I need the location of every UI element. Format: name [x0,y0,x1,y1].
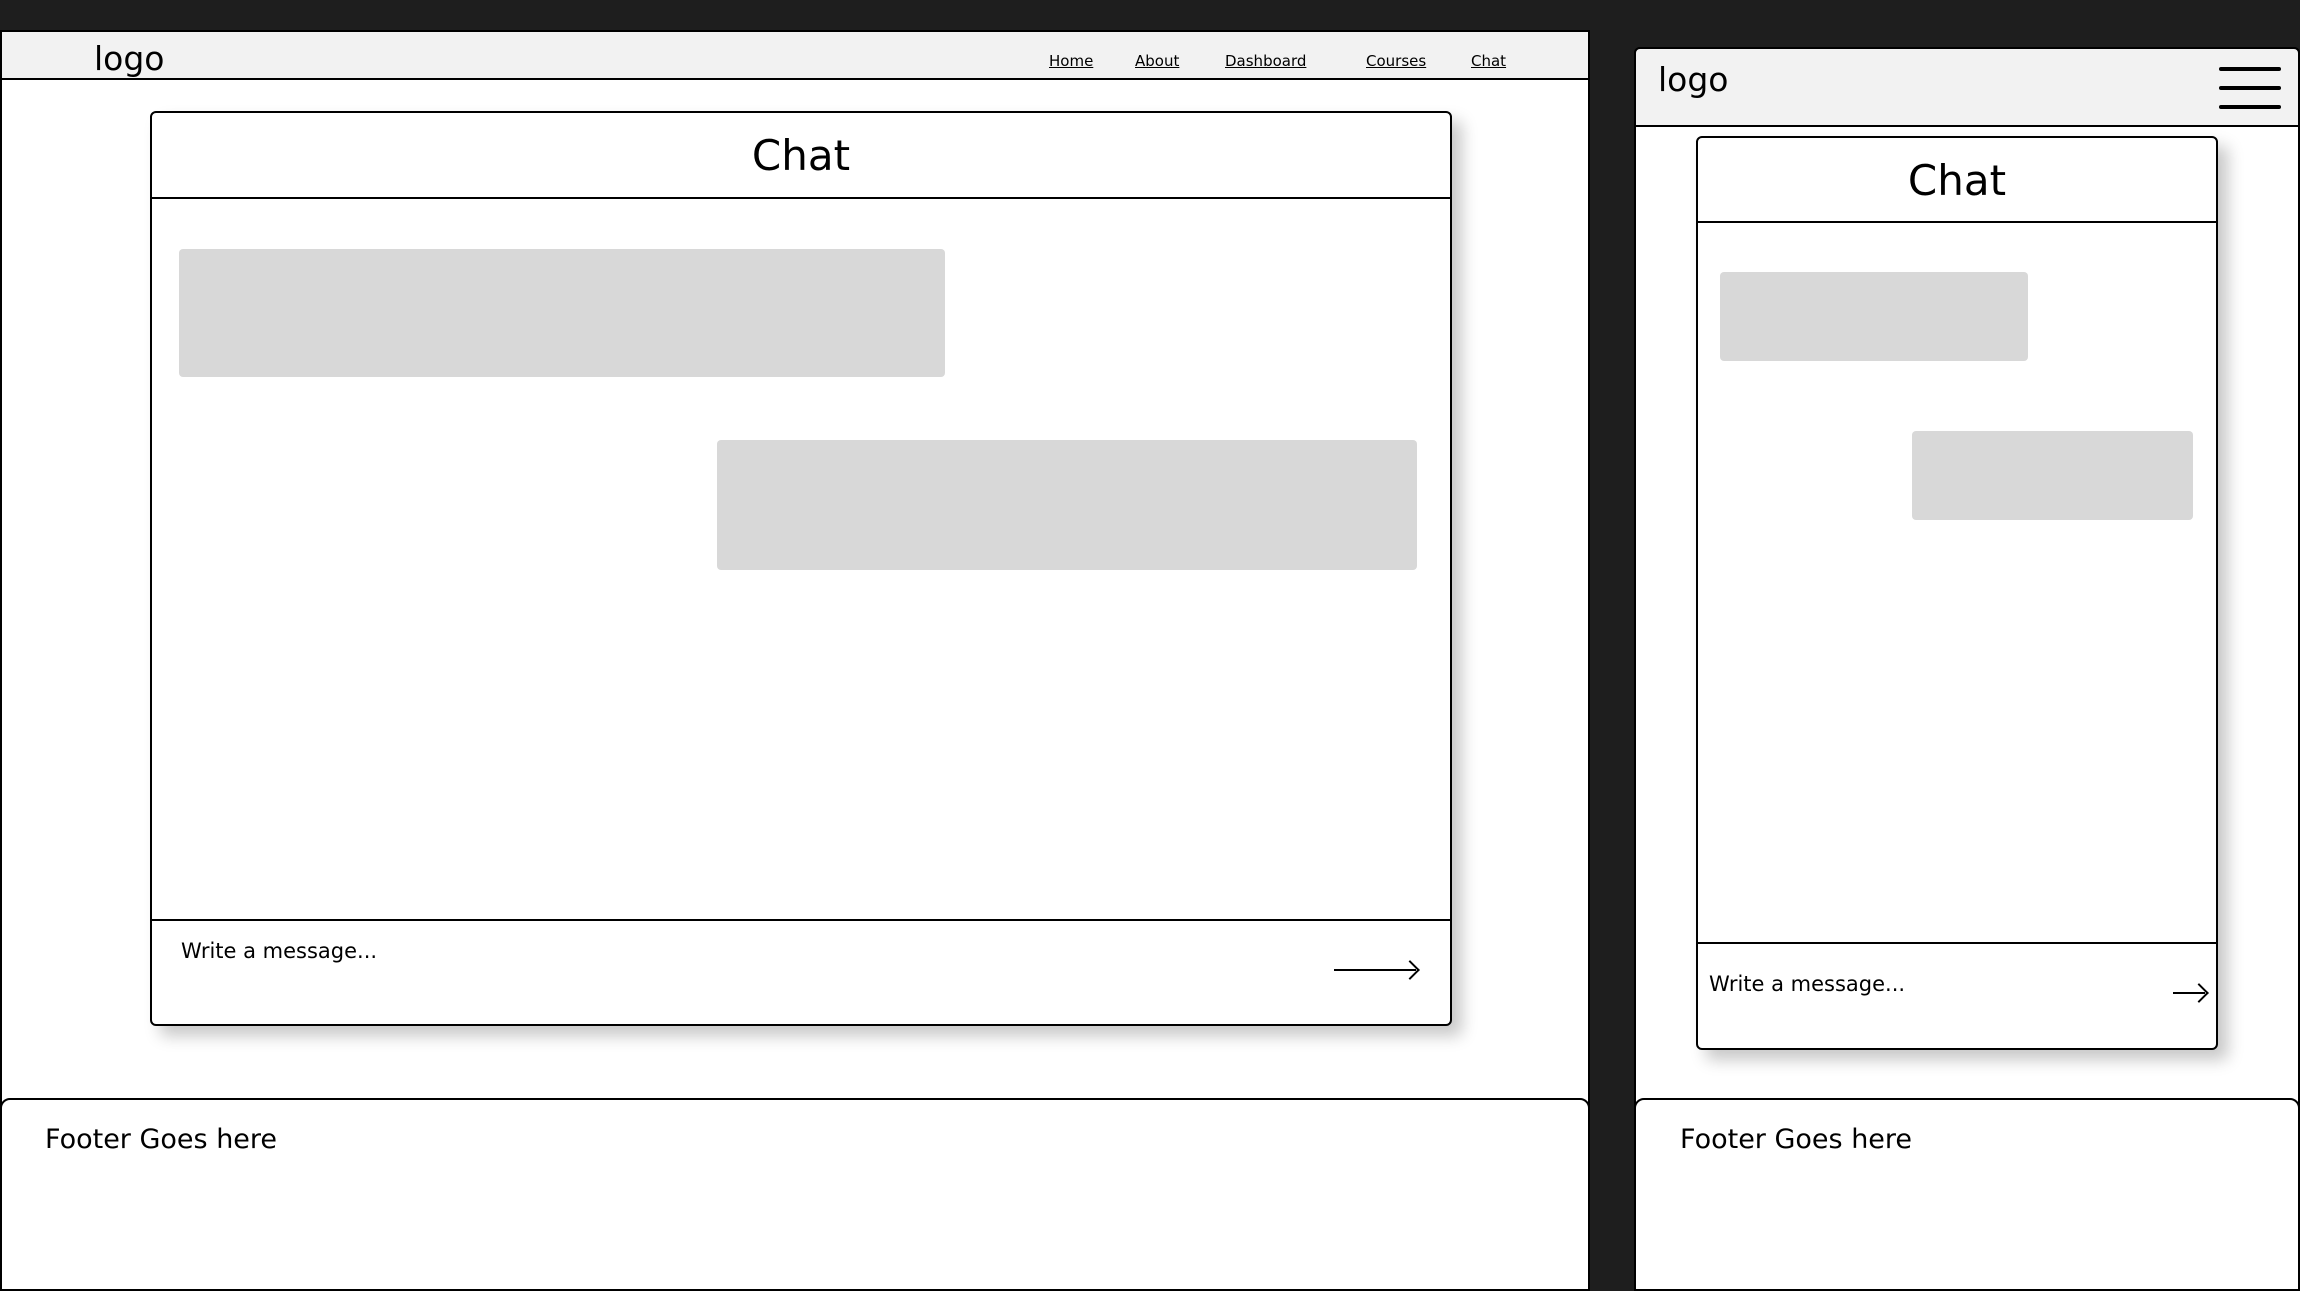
hamburger-line [2219,86,2281,90]
desktop-logo[interactable]: logo [94,42,165,75]
desktop-message-composer: Write a message... [152,919,1450,1024]
mobile-message-input[interactable]: Write a message... [1709,972,1905,996]
hamburger-line [2219,67,2281,71]
mobile-footer-text: Footer Goes here [1680,1124,1913,1155]
mobile-chat-title: Chat [1907,156,2007,205]
desktop-chat-card: Chat Write a message... [150,111,1452,1026]
desktop-footer-text: Footer Goes here [45,1124,278,1155]
desktop-chat-title: Chat [751,131,851,180]
desktop-send-arrow-icon[interactable] [1334,969,1416,971]
nav-link-courses[interactable]: Courses [1366,52,1426,70]
mobile-footer: Footer Goes here [1634,1098,2300,1291]
mobile-chat-header: Chat [1698,138,2216,223]
nav-link-chat[interactable]: Chat [1471,52,1506,70]
mobile-outgoing-message [1912,431,2193,520]
nav-link-dashboard[interactable]: Dashboard [1225,52,1306,70]
nav-link-about[interactable]: About [1135,52,1179,70]
desktop-outgoing-message [717,440,1417,570]
desktop-message-input[interactable]: Write a message... [181,939,377,963]
mobile-send-arrow-icon[interactable] [2173,992,2205,994]
hamburger-line [2219,105,2281,109]
mobile-navbar: logo [1634,47,2300,127]
mobile-logo[interactable]: logo [1658,63,1729,96]
hamburger-menu-icon[interactable] [2219,67,2281,111]
mobile-message-composer: Write a message... [1698,942,2216,1048]
desktop-chat-header: Chat [152,113,1450,199]
mobile-chat-card: Chat Write a message... [1696,136,2218,1050]
desktop-footer: Footer Goes here [0,1098,1590,1291]
nav-link-home[interactable]: Home [1049,52,1093,70]
desktop-navbar: logo Home About Dashboard Courses Chat [0,30,1590,80]
mobile-incoming-message [1720,272,2028,361]
desktop-incoming-message [179,249,945,377]
